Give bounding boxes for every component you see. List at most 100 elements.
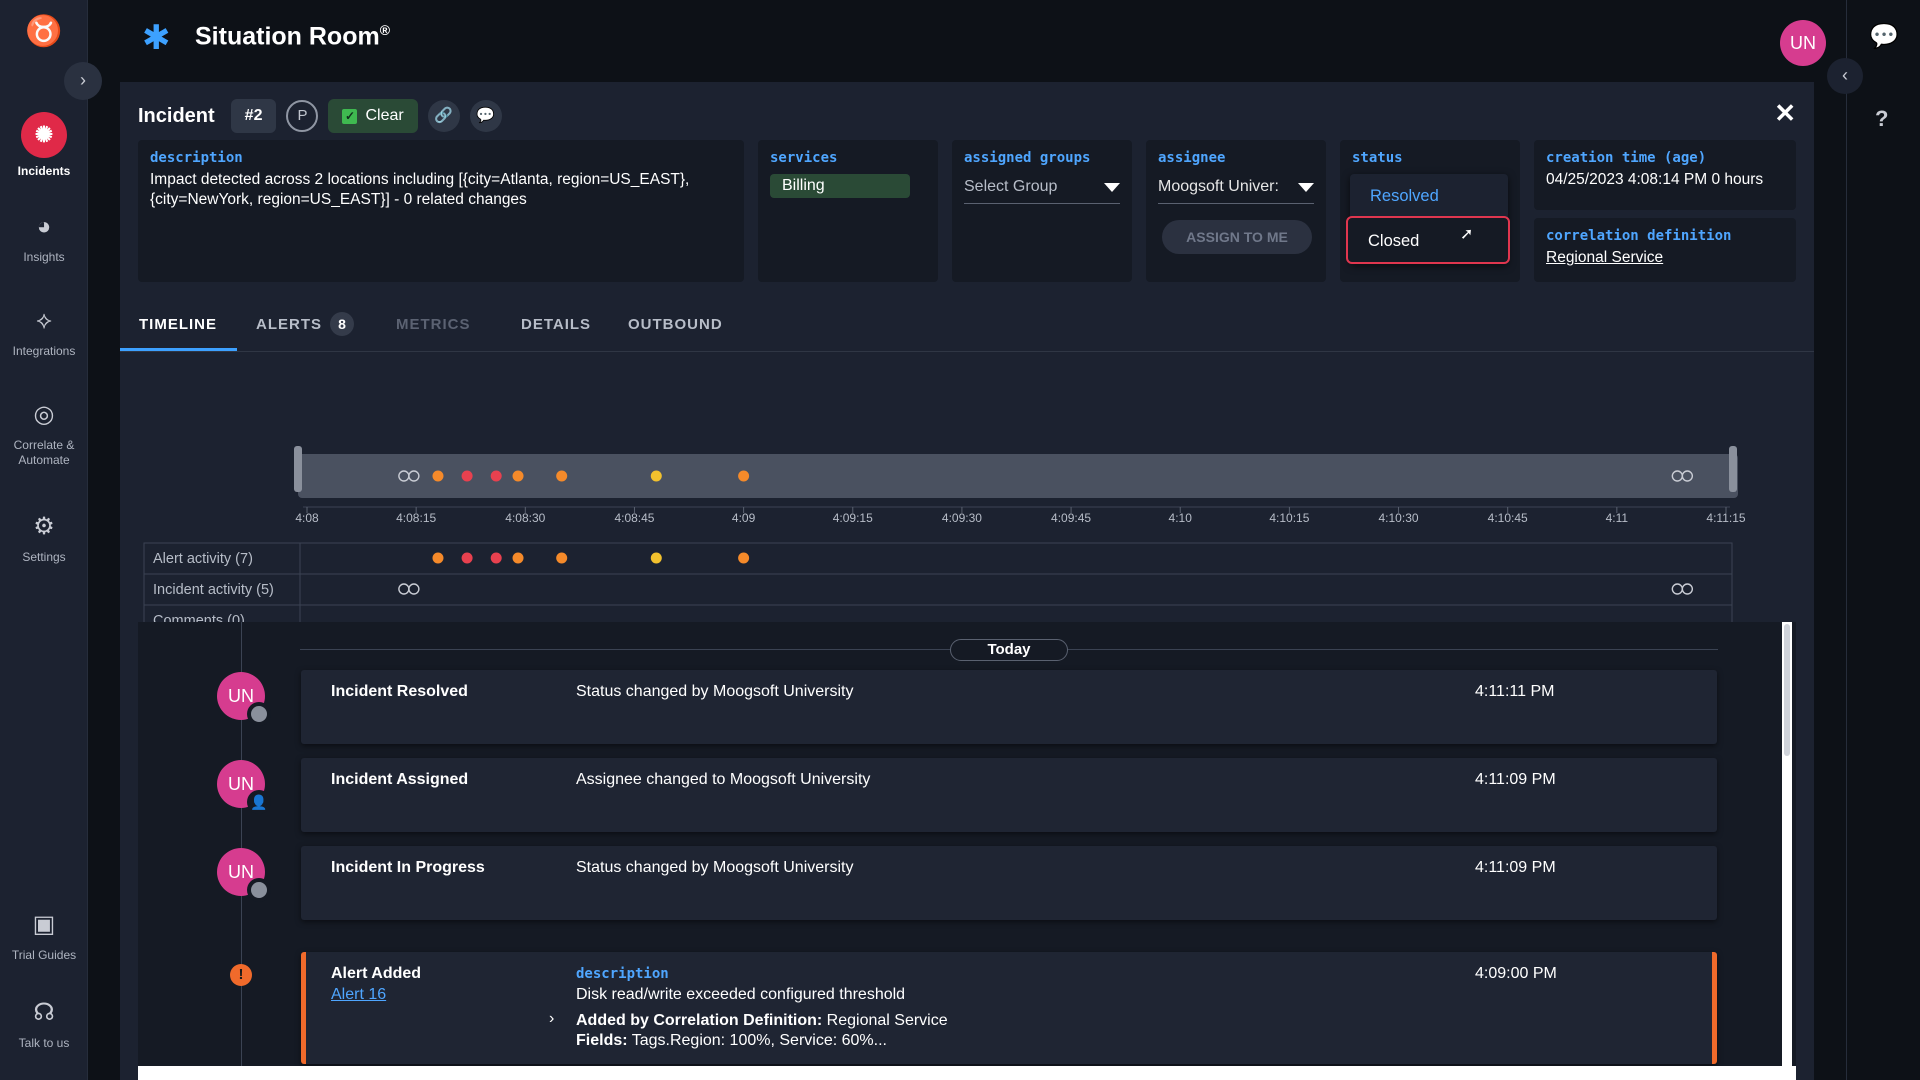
close-icon[interactable]: ✕	[1774, 98, 1796, 129]
nav-label: Settings	[22, 550, 66, 564]
help-icon[interactable]: ?	[1875, 106, 1888, 132]
fields-label: Fields:	[576, 1032, 628, 1049]
incidents-icon: ✺	[21, 112, 67, 158]
tick-label: 4:08:15	[396, 511, 436, 525]
tick-label: 4:11:15	[1706, 511, 1745, 525]
event-title: Alert Added	[331, 965, 422, 982]
avatar: UN	[217, 672, 271, 726]
assignee-value: Moogsoft Univer:	[1158, 178, 1279, 195]
group-select[interactable]: Select Group	[964, 178, 1120, 204]
alert-activity-dot	[490, 552, 502, 564]
incident-number: #2	[230, 99, 277, 133]
status-option-resolved[interactable]: Resolved	[1350, 174, 1508, 216]
chat-icon[interactable]: 💬	[1869, 22, 1899, 51]
nav-label: Trial Guides	[11, 948, 77, 962]
service-tag[interactable]: Billing	[770, 174, 910, 198]
feed-scrollbar-thumb[interactable]	[1784, 624, 1790, 756]
creation-time-label: creation time (age)	[1546, 150, 1707, 166]
event-title: Incident Resolved	[331, 683, 468, 700]
user-icon: 👤	[247, 790, 271, 814]
avatar-initials: UN	[228, 862, 254, 882]
description-text: Impact detected across 2 locations inclu…	[150, 171, 690, 208]
event-incident-assigned: Incident Assigned Assignee changed to Mo…	[301, 758, 1717, 832]
tab-details[interactable]: DETAILS	[521, 316, 591, 333]
alert-activity-dot	[432, 552, 444, 564]
nav-insights[interactable]: ◕ Insights	[0, 210, 88, 265]
tab-alerts-label: ALERTS	[256, 316, 322, 333]
situation-room-logo-icon: ✱	[142, 19, 171, 57]
tab-alerts[interactable]: ALERTS 8	[256, 312, 354, 336]
nav-incidents[interactable]: ✺ Incidents	[0, 112, 88, 179]
creation-time-value: 04/25/2023 4:08:14 PM 0 hours	[1546, 171, 1764, 188]
fields-value: Tags.Region: 100%, Service: 60%...	[627, 1032, 887, 1049]
nav-label: Incidents	[17, 164, 71, 178]
status-dot-icon	[247, 878, 271, 902]
status-option-closed[interactable]: Closed	[1346, 216, 1510, 264]
alert-link[interactable]: Alert 16	[331, 986, 386, 1004]
correlation-link[interactable]: Regional Service	[1546, 248, 1784, 268]
alert-activity-dot	[556, 552, 568, 564]
nav-settings[interactable]: ⚙ Settings	[0, 510, 88, 565]
chevron-right-icon[interactable]: ›	[549, 1010, 554, 1028]
event-incident-in-progress: Incident In Progress Status changed by M…	[301, 846, 1717, 920]
priority-badge[interactable]: P	[286, 100, 319, 132]
assignee-select[interactable]: Moogsoft Univer:	[1158, 178, 1314, 204]
tick-label: 4:10	[1169, 511, 1193, 525]
services-label: services	[770, 150, 838, 166]
tab-outbound[interactable]: OUTBOUND	[628, 316, 723, 333]
assigned-groups-card: assigned groups Select Group	[952, 140, 1132, 282]
status-label: status	[1352, 150, 1403, 166]
comment-icon[interactable]: 💬	[469, 100, 502, 132]
nav-label: Talk to us	[18, 1036, 70, 1050]
status-dropdown-menu: Resolved Closed ➚	[1346, 174, 1510, 264]
assignee-label: assignee	[1158, 150, 1226, 166]
tick-label: 4:09	[732, 511, 756, 525]
tick-label: 4:09:45	[1051, 511, 1091, 525]
assign-to-me-button[interactable]: ASSIGN TO ME	[1162, 220, 1312, 254]
incident-activity-ring	[1681, 583, 1694, 595]
tick-label: 4:11	[1606, 511, 1629, 525]
incident-activity-ring	[1671, 583, 1684, 595]
event-description: Status changed by Moogsoft University	[576, 683, 854, 700]
event-description: Assignee changed to Moogsoft University	[576, 771, 871, 788]
creation-time-card: creation time (age) 04/25/2023 4:08:14 P…	[1534, 140, 1796, 210]
collapse-panel-button[interactable]: ‹	[1827, 58, 1863, 94]
brush-alert-dot	[490, 470, 502, 482]
gear-icon: ⚙	[33, 513, 55, 540]
timeline-feed: Today UN Incident Resolved Status change…	[138, 622, 1796, 1066]
link-icon[interactable]: 🔗	[427, 100, 460, 132]
bull-logo-icon[interactable]: ♉	[0, 14, 88, 49]
tick-label: 4:10:15	[1269, 511, 1309, 525]
alert-description: Disk read/write exceeded configured thre…	[576, 986, 906, 1003]
nav-trial-guides[interactable]: ▣ Trial Guides	[0, 908, 88, 963]
tab-timeline[interactable]: TIMELINE	[139, 316, 217, 333]
feed-bottom-scrollbar[interactable]	[138, 1066, 1796, 1080]
description-card: description Impact detected across 2 loc…	[138, 140, 744, 282]
nav-correlate[interactable]: ◎ Correlate & Automate	[0, 398, 88, 468]
chevron-down-icon	[1104, 182, 1120, 192]
trial-guides-icon: ▣	[32, 911, 56, 938]
expand-nav-button[interactable]: ›	[64, 62, 102, 100]
brush-alert-dot	[650, 470, 662, 482]
brush-alert-dot	[461, 470, 473, 482]
nav-talk-to-us[interactable]: ☊ Talk to us	[0, 996, 88, 1051]
event-title: Incident Assigned	[331, 771, 469, 788]
user-avatar[interactable]: UN	[1780, 20, 1826, 66]
brush-alert-dot	[556, 470, 568, 482]
nav-label: Correlate & Automate	[13, 438, 75, 467]
services-card: services Billing	[758, 140, 938, 282]
clear-status-button[interactable]: ✓ Clear	[328, 99, 418, 133]
tick-label: 4:08:30	[505, 511, 545, 525]
status-card: status Resolved Closed ➚	[1340, 140, 1520, 282]
incident-header: Incident #2 P ✓ Clear 🔗 💬	[138, 98, 502, 134]
alert-correlation: Added by Correlation Definition: Regiona…	[576, 1012, 948, 1030]
correlation-card: correlation definition Regional Service	[1534, 218, 1796, 282]
avatar-initials: UN	[228, 686, 254, 706]
tab-bar: TIMELINE ALERTS 8 METRICS DETAILS OUTBOUN…	[120, 296, 1814, 352]
tick-label: 4:08	[295, 511, 319, 525]
activity-row-label: Alert activity (7)	[153, 551, 253, 567]
brush-alert-dot	[432, 470, 444, 482]
nav-integrations[interactable]: ⟡ Integrations	[0, 304, 88, 359]
assigned-groups-label: assigned groups	[964, 150, 1091, 166]
app-title: Situation Room®	[195, 22, 390, 51]
